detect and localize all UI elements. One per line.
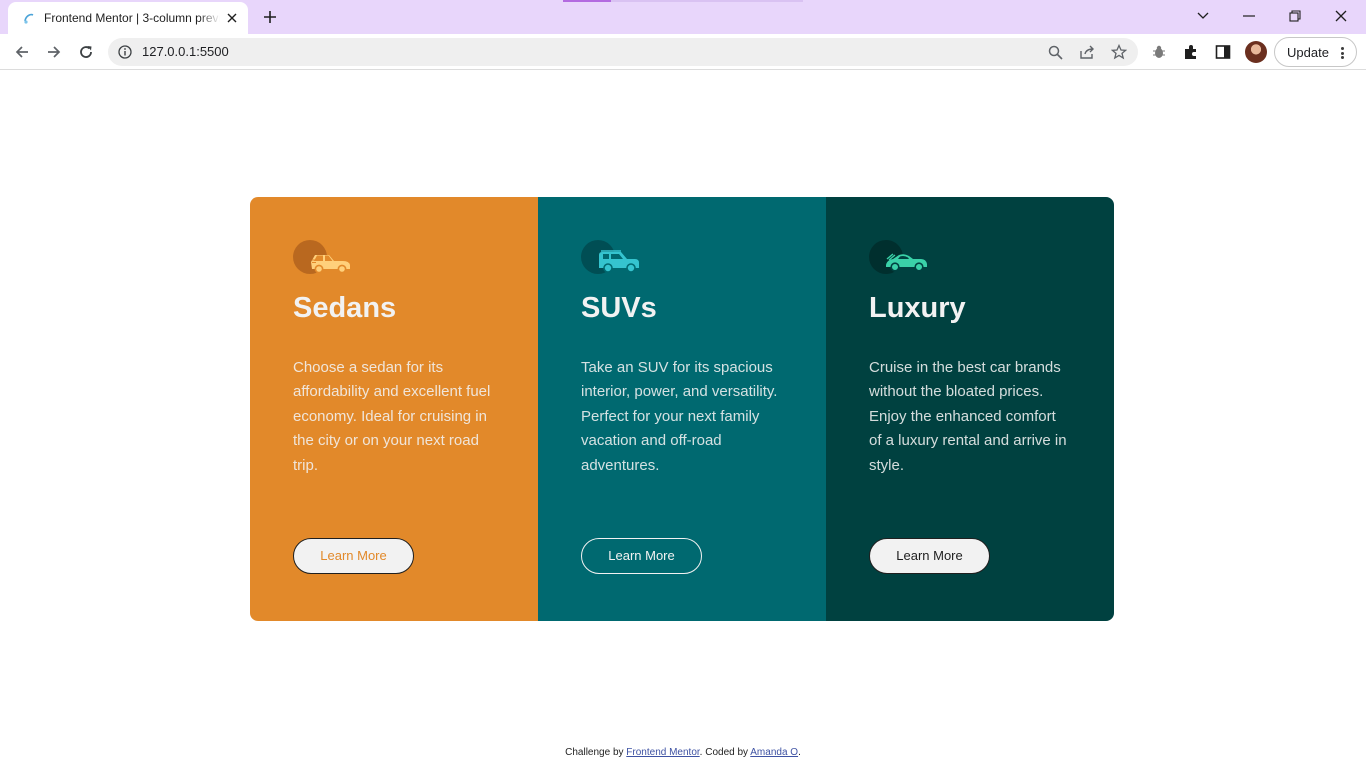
learn-more-button[interactable]: Learn More <box>293 538 414 574</box>
card-description: Cruise in the best car brands without th… <box>869 359 1067 474</box>
card-title: Sedans <box>293 292 397 324</box>
address-bar[interactable]: 127.0.0.1:5500 <box>108 38 1138 66</box>
profile-avatar[interactable] <box>1245 41 1267 63</box>
preview-card-component: Sedans Choose a sedan for its affordabil… <box>250 197 1114 621</box>
learn-more-button[interactable]: Learn More <box>869 538 990 574</box>
sedan-car-icon <box>293 240 357 280</box>
card-title: SUVs <box>581 292 657 324</box>
suv-car-icon <box>581 240 645 280</box>
site-info-icon[interactable] <box>118 45 132 59</box>
card-suvs: SUVs Take an SUV for its spacious interi… <box>538 197 826 621</box>
restore-icon[interactable] <box>1272 0 1318 32</box>
close-tab-icon[interactable] <box>224 10 240 26</box>
attribution-suffix: . <box>798 747 801 758</box>
card-description: Take an SUV for its spacious interior, p… <box>581 359 778 474</box>
bug-extension-icon[interactable] <box>1151 44 1167 60</box>
reload-icon[interactable] <box>74 40 98 64</box>
update-button-label: Update <box>1287 45 1329 60</box>
update-button[interactable]: Update <box>1274 37 1357 67</box>
new-tab-icon[interactable] <box>258 5 282 29</box>
luxury-car-icon <box>869 240 933 280</box>
browser-tab[interactable]: Frontend Mentor | 3-column preview card … <box>8 2 248 34</box>
back-icon[interactable] <box>10 40 34 64</box>
attribution-prefix: Challenge by <box>565 747 627 758</box>
attribution-middle: . Coded by <box>699 747 751 758</box>
tab-group-indicator <box>563 0 611 2</box>
learn-more-button[interactable]: Learn More <box>581 538 702 574</box>
url-text: 127.0.0.1:5500 <box>142 44 229 59</box>
minimize-icon[interactable] <box>1226 0 1272 32</box>
browser-toolbar: 127.0.0.1:5500 Update <box>0 34 1366 70</box>
side-panel-icon[interactable] <box>1215 44 1231 60</box>
tab-strip-indicator <box>611 0 803 2</box>
forward-icon[interactable] <box>42 40 66 64</box>
bookmark-star-icon[interactable] <box>1111 44 1127 60</box>
card-title: Luxury <box>869 292 966 324</box>
card-description: Choose a sedan for its affordability and… <box>293 359 491 474</box>
browser-title-bar: Frontend Mentor | 3-column preview card … <box>0 0 1366 34</box>
vscode-live-server-icon <box>22 11 36 25</box>
close-window-icon[interactable] <box>1318 0 1364 32</box>
tab-search-icon[interactable] <box>1180 0 1226 32</box>
frontend-mentor-link[interactable]: Frontend Mentor <box>626 747 699 758</box>
zoom-icon[interactable] <box>1047 44 1063 60</box>
author-link[interactable]: Amanda O <box>750 747 798 758</box>
share-icon[interactable] <box>1079 44 1095 60</box>
more-menu-icon[interactable] <box>1339 45 1345 61</box>
card-sedans: Sedans Choose a sedan for its affordabil… <box>250 197 538 621</box>
card-luxury: Luxury Cruise in the best car brands wit… <box>826 197 1114 621</box>
tab-title: Frontend Mentor | 3-column preview card … <box>44 11 220 25</box>
attribution-footer: Challenge by Frontend Mentor. Coded by A… <box>0 746 1366 759</box>
extensions-puzzle-icon[interactable] <box>1183 44 1199 60</box>
